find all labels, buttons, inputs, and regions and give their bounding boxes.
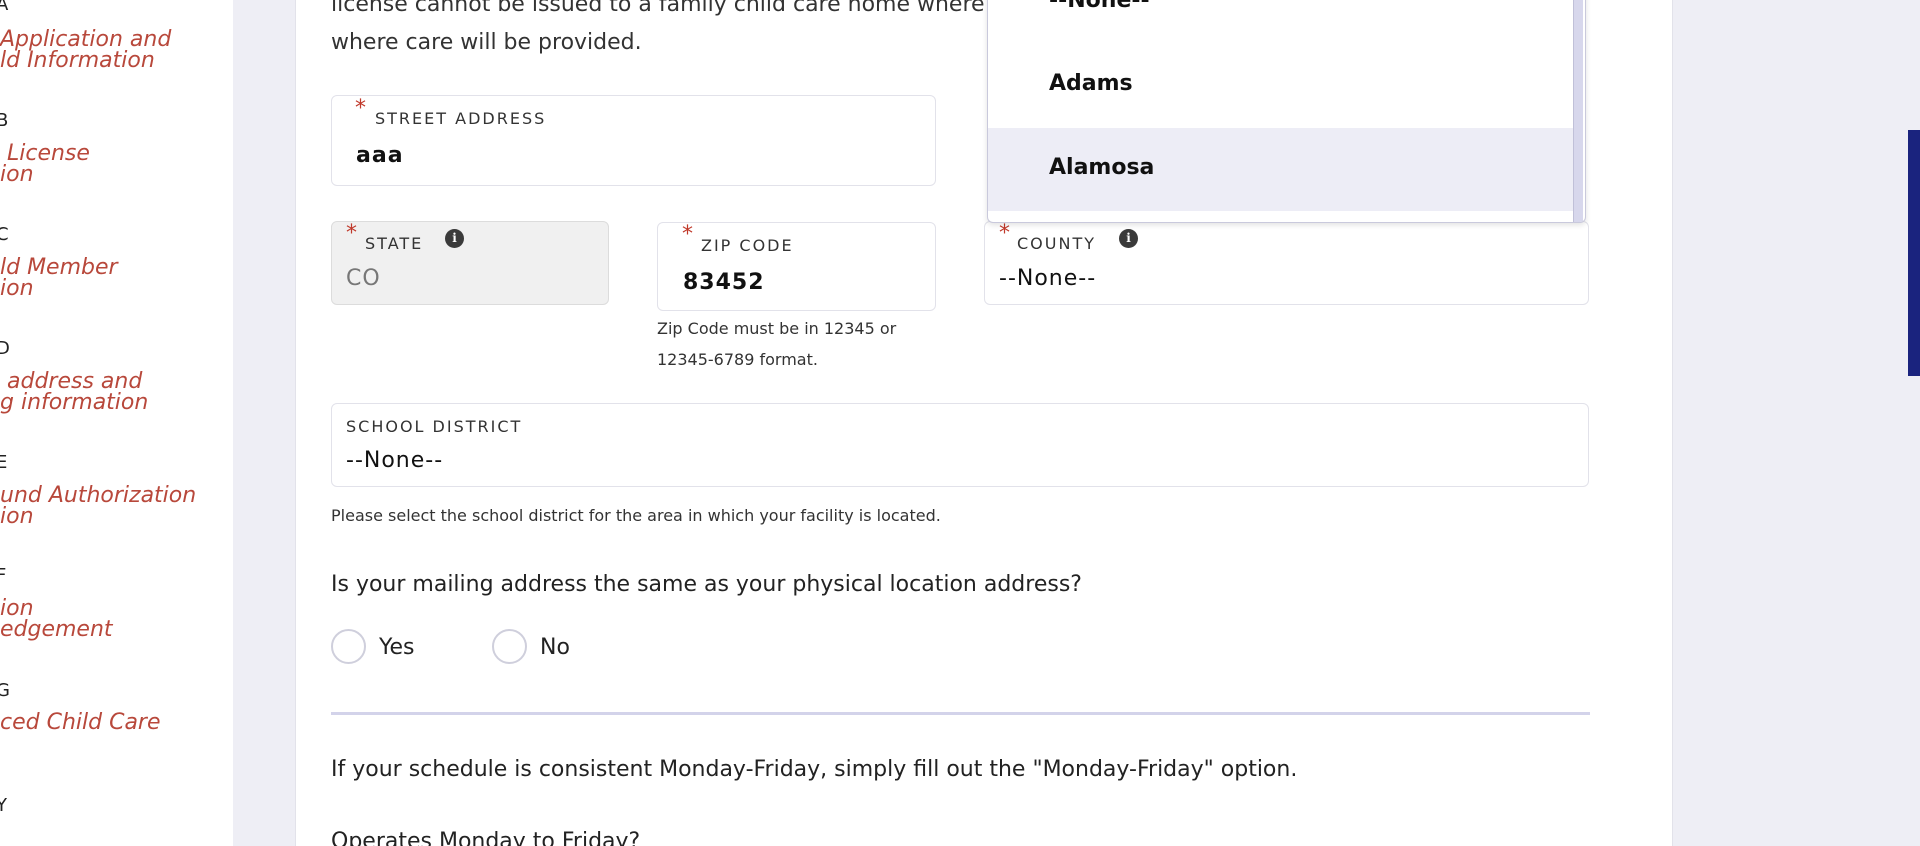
info-icon[interactable]: i [445,229,464,248]
county-dropdown-listbox[interactable]: --None-- Adams Alamosa [987,0,1586,223]
school-district-value[interactable]: --None-- [346,448,443,473]
operates-monday-friday-question: Operates Monday to Friday? [331,829,641,846]
sidebar-step-letter: A [0,0,9,15]
sidebar-item-label[interactable]: ld Member ion [0,257,118,300]
dropdown-scrollbar[interactable] [1573,0,1583,222]
county-value[interactable]: --None-- [999,266,1096,291]
mailing-address-question: Is your mailing address the same as your… [331,572,1082,597]
dropdown-option-alamosa[interactable]: Alamosa [988,128,1573,211]
required-asterisk: * [999,221,1010,246]
mailing-no-radio[interactable] [492,629,527,664]
county-label: COUNTY [1017,234,1096,253]
sidebar-item-label[interactable]: ion edgement [0,598,113,641]
sidebar-item-label[interactable]: Application and ld Information [0,29,171,72]
county-select[interactable]: * COUNTY i --None-- [984,221,1589,305]
sidebar-step-letter: Y [0,795,7,816]
dropdown-option-none[interactable]: --None-- [988,0,1573,44]
schedule-note: If your schedule is consistent Monday-Fr… [331,757,1298,782]
sidebar-item-label[interactable]: ced Child Care [0,712,161,734]
page-scrollbar-thumb[interactable] [1908,130,1920,376]
sidebar-step-letter: F [0,565,7,586]
section-divider [331,712,1590,715]
state-field: * STATE i CO [331,221,609,305]
mailing-no-label[interactable]: No [540,635,570,660]
school-district-label: SCHOOL DISTRICT [346,417,523,436]
zip-code-input[interactable]: 83452 [683,270,765,295]
required-asterisk: * [682,222,693,247]
intro-text: license cannot be issued to a family chi… [331,0,985,55]
sidebar: A Application and ld Information B Licen… [0,0,233,846]
sidebar-item-label[interactable]: address and g information [0,371,148,414]
mailing-yes-radio[interactable] [331,629,366,664]
state-label: STATE [365,234,424,253]
sidebar-item-label[interactable]: License ion [0,143,90,186]
zip-code-help: Zip Code must be in 12345 or 12345-6789 … [657,319,897,369]
street-address-input[interactable]: aaa [356,143,404,168]
state-input: CO [346,266,381,291]
zip-code-label: ZIP CODE [701,236,794,255]
sidebar-step-letter: G [0,680,10,701]
street-address-field[interactable]: * STREET ADDRESS aaa [331,95,936,186]
sidebar-step-letter: C [0,224,9,245]
school-district-help: Please select the school district for th… [331,506,941,525]
zip-code-field[interactable]: * ZIP CODE 83452 [657,222,936,311]
sidebar-step-letter: D [0,338,10,359]
required-asterisk: * [355,96,366,121]
info-icon[interactable]: i [1119,229,1138,248]
sidebar-step-letter: E [0,452,8,473]
street-address-label: STREET ADDRESS [375,109,547,128]
school-district-select[interactable]: SCHOOL DISTRICT --None-- [331,403,1589,487]
required-asterisk: * [346,221,357,246]
sidebar-step-letter: B [0,110,9,131]
sidebar-item-label[interactable]: und Authorization ion [0,485,196,528]
dropdown-option-adams[interactable]: Adams [988,44,1573,127]
mailing-yes-label[interactable]: Yes [379,635,415,660]
